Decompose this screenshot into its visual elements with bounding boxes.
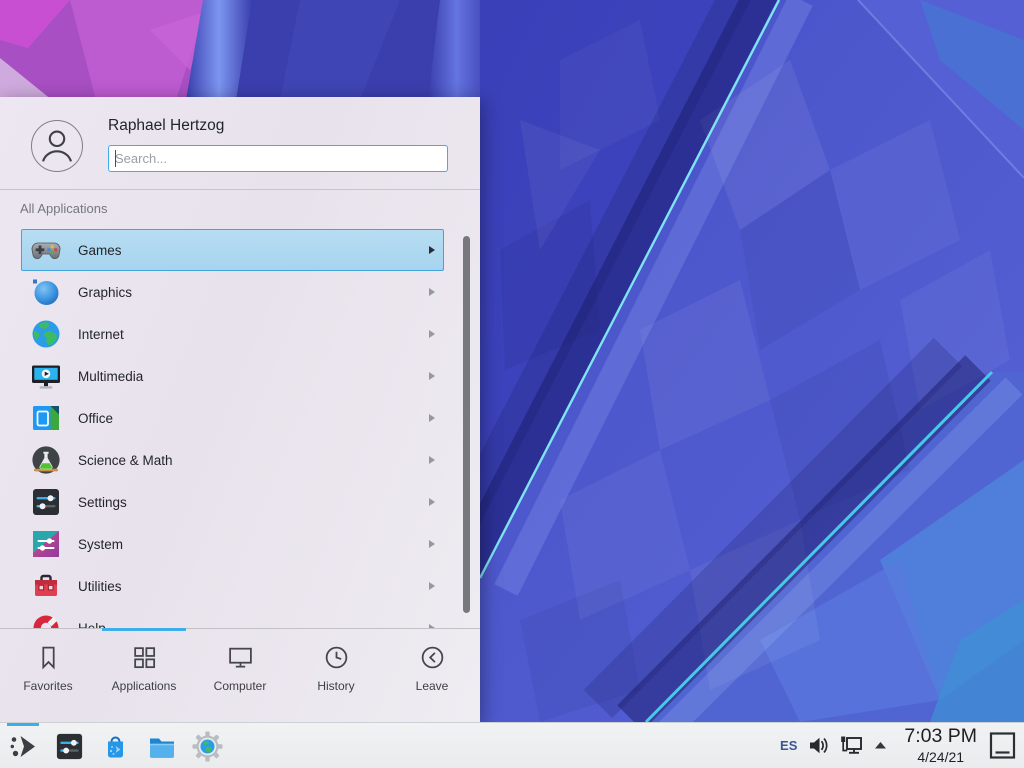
digital-clock[interactable]: 7:03 PM 4/24/21: [904, 727, 977, 764]
games-icon: [30, 234, 62, 266]
menu-item-games[interactable]: Games: [21, 229, 444, 271]
tab-label: Computer: [214, 679, 267, 693]
menu-item-settings[interactable]: Settings: [21, 481, 444, 523]
text-cursor: [115, 150, 116, 167]
system-tray: ES 7:03 PM 4/24/21: [780, 723, 1016, 768]
volume-icon[interactable]: [807, 734, 830, 757]
applications-icon: [131, 644, 158, 671]
submenu-arrow-icon: [429, 498, 435, 506]
menu-item-help[interactable]: Help: [21, 607, 444, 628]
submenu-arrow-icon: [429, 246, 435, 254]
taskbar-web-browser[interactable]: [190, 723, 224, 768]
internet-icon: [30, 318, 62, 350]
desktop: Raphael Hertzog All Applications Games Gr…: [0, 0, 1024, 768]
tab-applications[interactable]: Applications: [96, 629, 192, 722]
menu-item-graphics[interactable]: Graphics: [21, 271, 444, 313]
submenu-arrow-icon: [429, 456, 435, 464]
application-launcher: Raphael Hertzog All Applications Games Gr…: [0, 97, 480, 722]
clock-date: 4/24/21: [904, 750, 977, 764]
show-desktop-button[interactable]: [989, 731, 1016, 760]
graphics-icon: [30, 276, 62, 308]
submenu-arrow-icon: [429, 414, 435, 422]
application-category-list: Games Graphics Internet Multimedia Office Sci…: [0, 229, 480, 628]
taskbar-discover[interactable]: [98, 723, 132, 768]
menu-item-label: Utilities: [78, 579, 122, 594]
scrollbar-thumb[interactable]: [463, 236, 470, 613]
submenu-arrow-icon: [429, 582, 435, 590]
science-icon: [30, 444, 62, 476]
clock-time: 7:03 PM: [904, 727, 977, 747]
tab-computer[interactable]: Computer: [192, 629, 288, 722]
user-avatar[interactable]: [31, 120, 83, 172]
tab-leave[interactable]: Leave: [384, 629, 480, 722]
help-icon: [30, 612, 62, 628]
multimedia-icon: [30, 360, 62, 392]
launcher-tab-bar: Favorites Applications Computer History Leav…: [0, 628, 480, 722]
menu-item-label: Multimedia: [78, 369, 143, 384]
dolphin-icon: [146, 731, 177, 762]
menu-item-system[interactable]: System: [21, 523, 444, 565]
menu-item-label: Graphics: [78, 285, 132, 300]
menu-item-label: Help: [78, 621, 106, 629]
menu-item-label: System: [78, 537, 123, 552]
leave-icon: [419, 644, 446, 671]
menu-item-label: Office: [78, 411, 113, 426]
tab-label: Applications: [112, 679, 177, 693]
submenu-arrow-icon: [429, 330, 435, 338]
office-icon: [30, 402, 62, 434]
tab-label: Leave: [416, 679, 449, 693]
utilities-icon: [30, 570, 62, 602]
network-icon[interactable]: [839, 734, 863, 757]
menu-item-science-math[interactable]: Science & Math: [21, 439, 444, 481]
favorites-icon: [35, 644, 62, 671]
user-icon: [50, 132, 64, 146]
active-task-indicator: [7, 723, 39, 726]
user-name: Raphael Hertzog: [108, 117, 224, 135]
show-desktop-icon: [989, 731, 1016, 760]
search-input[interactable]: [109, 146, 447, 171]
tab-label: History: [317, 679, 354, 693]
taskbar-system-settings[interactable]: [52, 723, 86, 768]
menu-item-internet[interactable]: Internet: [21, 313, 444, 355]
menu-item-label: Games: [78, 243, 122, 258]
launcher-header: Raphael Hertzog: [0, 97, 480, 190]
taskbar-application-launcher[interactable]: [6, 723, 40, 768]
kde-launcher-icon: [8, 731, 39, 762]
active-tab-indicator: [102, 628, 186, 631]
menu-item-label: Internet: [78, 327, 124, 342]
tab-label: Favorites: [23, 679, 72, 693]
task-manager: [6, 723, 236, 768]
tab-history[interactable]: History: [288, 629, 384, 722]
discover-icon: [100, 731, 131, 762]
computer-icon: [227, 644, 254, 671]
menu-item-multimedia[interactable]: Multimedia: [21, 355, 444, 397]
submenu-arrow-icon: [429, 288, 435, 296]
section-label: All Applications: [20, 201, 480, 223]
menu-item-utilities[interactable]: Utilities: [21, 565, 444, 607]
taskbar-panel: ES 7:03 PM 4/24/21: [0, 722, 1024, 768]
expand-tray-icon[interactable]: [872, 737, 889, 754]
menu-item-label: Science & Math: [78, 453, 173, 468]
submenu-arrow-icon: [429, 372, 435, 380]
keyboard-layout-indicator[interactable]: ES: [780, 738, 797, 753]
menu-item-office[interactable]: Office: [21, 397, 444, 439]
tab-favorites[interactable]: Favorites: [0, 629, 96, 722]
search-box: [108, 145, 448, 172]
submenu-arrow-icon: [429, 540, 435, 548]
menu-item-label: Settings: [78, 495, 127, 510]
systemsettings-icon: [54, 731, 85, 762]
konqueror-icon: [192, 731, 223, 762]
system-icon: [30, 528, 62, 560]
taskbar-file-manager[interactable]: [144, 723, 178, 768]
settings-icon: [30, 486, 62, 518]
history-icon: [323, 644, 350, 671]
